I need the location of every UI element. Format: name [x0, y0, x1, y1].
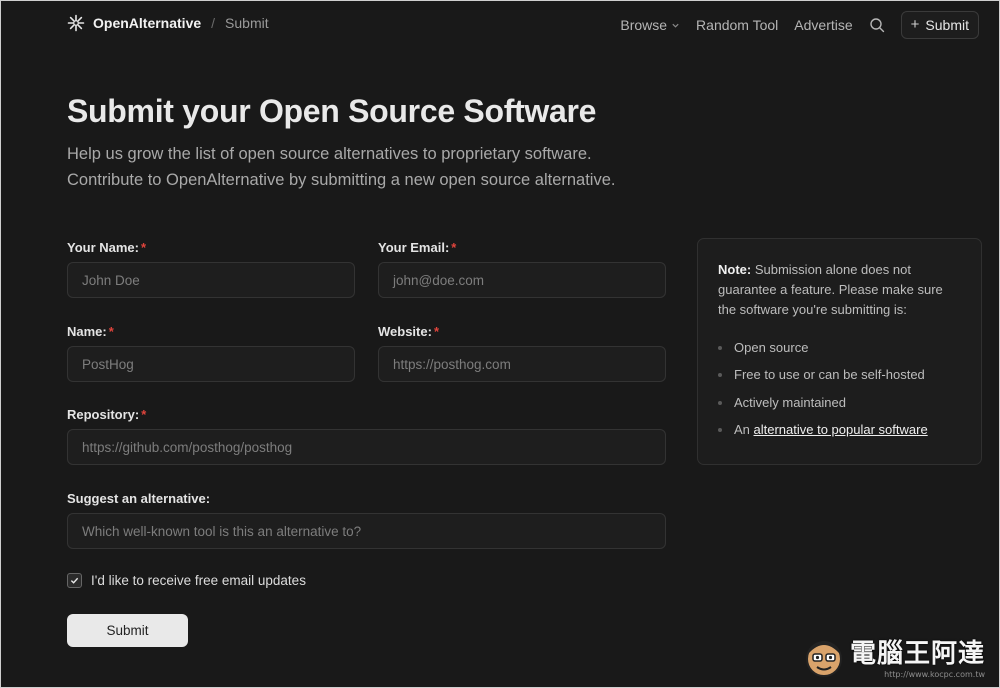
nav-browse[interactable]: Browse: [620, 17, 680, 33]
page-frame: OpenAlternative / Submit Browse Random T…: [0, 0, 1000, 688]
list-item: Actively maintained: [718, 389, 961, 417]
submission-note: Note: Submission alone does not guarante…: [697, 238, 982, 465]
name-label: Name: *: [67, 324, 114, 339]
chevron-down-icon: [672, 23, 679, 28]
list-item: An alternative to popular software: [718, 417, 961, 445]
website-placeholder: https://posthog.com: [393, 356, 511, 372]
website-label-text: Website:: [378, 324, 432, 339]
your-name-input[interactable]: John Doe: [67, 262, 355, 298]
requirements-list: Open source Free to use or can be self-h…: [718, 334, 961, 444]
required-marker: *: [141, 407, 147, 422]
note-intro: Note: Submission alone does not guarante…: [718, 260, 961, 320]
search-icon[interactable]: [869, 17, 885, 33]
nav-advertise[interactable]: Advertise: [794, 17, 852, 33]
watermark-text: 電腦王阿達 http://www.kocpc.com.tw: [850, 633, 985, 679]
header-submit-button[interactable]: + Submit: [900, 11, 979, 39]
check-icon: [70, 577, 79, 584]
suggest-label-text: Suggest an alternative:: [67, 491, 211, 506]
suggest-label: Suggest an alternative:: [67, 491, 210, 506]
breadcrumb-current: Submit: [225, 15, 269, 31]
bullet-icon: [718, 428, 722, 433]
your-email-label: Your Email: *: [378, 240, 456, 255]
nav-random-tool-label: Random Tool: [696, 17, 779, 33]
repository-label-text: Repository:: [67, 407, 140, 422]
watermark-title: 電腦王阿達: [849, 639, 985, 669]
brand-name[interactable]: OpenAlternative: [93, 15, 201, 31]
nav-browse-label: Browse: [620, 17, 668, 33]
required-marker: *: [433, 324, 439, 339]
repository-label: Repository: *: [67, 407, 146, 422]
required-marker: *: [451, 240, 457, 255]
list-item-text: Actively maintained: [734, 394, 846, 410]
repository-placeholder: https://github.com/posthog/posthog: [82, 439, 293, 455]
your-name-label-text: Your Name:: [67, 240, 139, 255]
alternative-software-link[interactable]: alternative to popular software: [754, 422, 928, 437]
name-input[interactable]: PostHog: [67, 346, 355, 382]
your-email-placeholder: john@doe.com: [393, 272, 485, 288]
your-email-label-text: Your Email:: [378, 240, 450, 255]
nav-random-tool[interactable]: Random Tool: [696, 17, 778, 33]
required-marker: *: [108, 324, 114, 339]
top-header: OpenAlternative / Submit Browse Random T…: [1, 1, 999, 47]
newsletter-checkbox[interactable]: [67, 573, 82, 588]
list-item-prefix: An: [734, 422, 754, 438]
list-item: Free to use or can be self-hosted: [718, 362, 961, 390]
nav-advertise-label: Advertise: [794, 17, 853, 33]
repository-input[interactable]: https://github.com/posthog/posthog: [67, 429, 666, 465]
mascot-face-icon: [805, 641, 842, 677]
list-item-text: Open source: [734, 339, 809, 355]
suggest-input[interactable]: Which well-known tool is this an alterna…: [67, 513, 666, 549]
header-submit-label: Submit: [925, 17, 969, 33]
subtitle-line-2: Contribute to OpenAlternative by submitt…: [67, 171, 616, 189]
note-bold: Note:: [718, 262, 752, 277]
brand[interactable]: OpenAlternative / Submit: [67, 14, 269, 32]
submit-button[interactable]: Submit: [67, 614, 188, 647]
newsletter-row[interactable]: I'd like to receive free email updates: [67, 573, 306, 588]
suggest-placeholder: Which well-known tool is this an alterna…: [82, 523, 362, 539]
website-input[interactable]: https://posthog.com: [378, 346, 666, 382]
subtitle-line-1: Help us grow the list of open source alt…: [67, 145, 592, 163]
asterisk-logo-icon: [67, 14, 85, 32]
watermark-url: http://www.kocpc.com.tw: [884, 670, 985, 679]
required-marker: *: [141, 240, 147, 255]
breadcrumb-separator: /: [211, 15, 216, 31]
list-item: Open source: [718, 334, 961, 362]
note-text: Submission alone does not guarantee a fe…: [718, 262, 943, 317]
bullet-icon: [718, 400, 722, 405]
name-label-text: Name:: [67, 324, 107, 339]
website-label: Website: *: [378, 324, 439, 339]
your-name-label: Your Name: *: [67, 240, 146, 255]
bullet-icon: [718, 345, 722, 350]
your-email-input[interactable]: john@doe.com: [378, 262, 666, 298]
main-nav: Browse Random Tool Advertise + Submit: [620, 11, 979, 39]
your-name-placeholder: John Doe: [82, 272, 140, 288]
page-subtitle: Help us grow the list of open source alt…: [67, 141, 687, 193]
bullet-icon: [718, 373, 722, 378]
newsletter-label: I'd like to receive free email updates: [91, 573, 306, 588]
plus-icon: +: [910, 16, 920, 33]
name-placeholder: PostHog: [82, 356, 134, 372]
watermark: 電腦王阿達 http://www.kocpc.com.tw: [804, 633, 985, 679]
list-item-text: Free to use or can be self-hosted: [734, 367, 925, 383]
page-title: Submit your Open Source Software: [67, 93, 597, 129]
